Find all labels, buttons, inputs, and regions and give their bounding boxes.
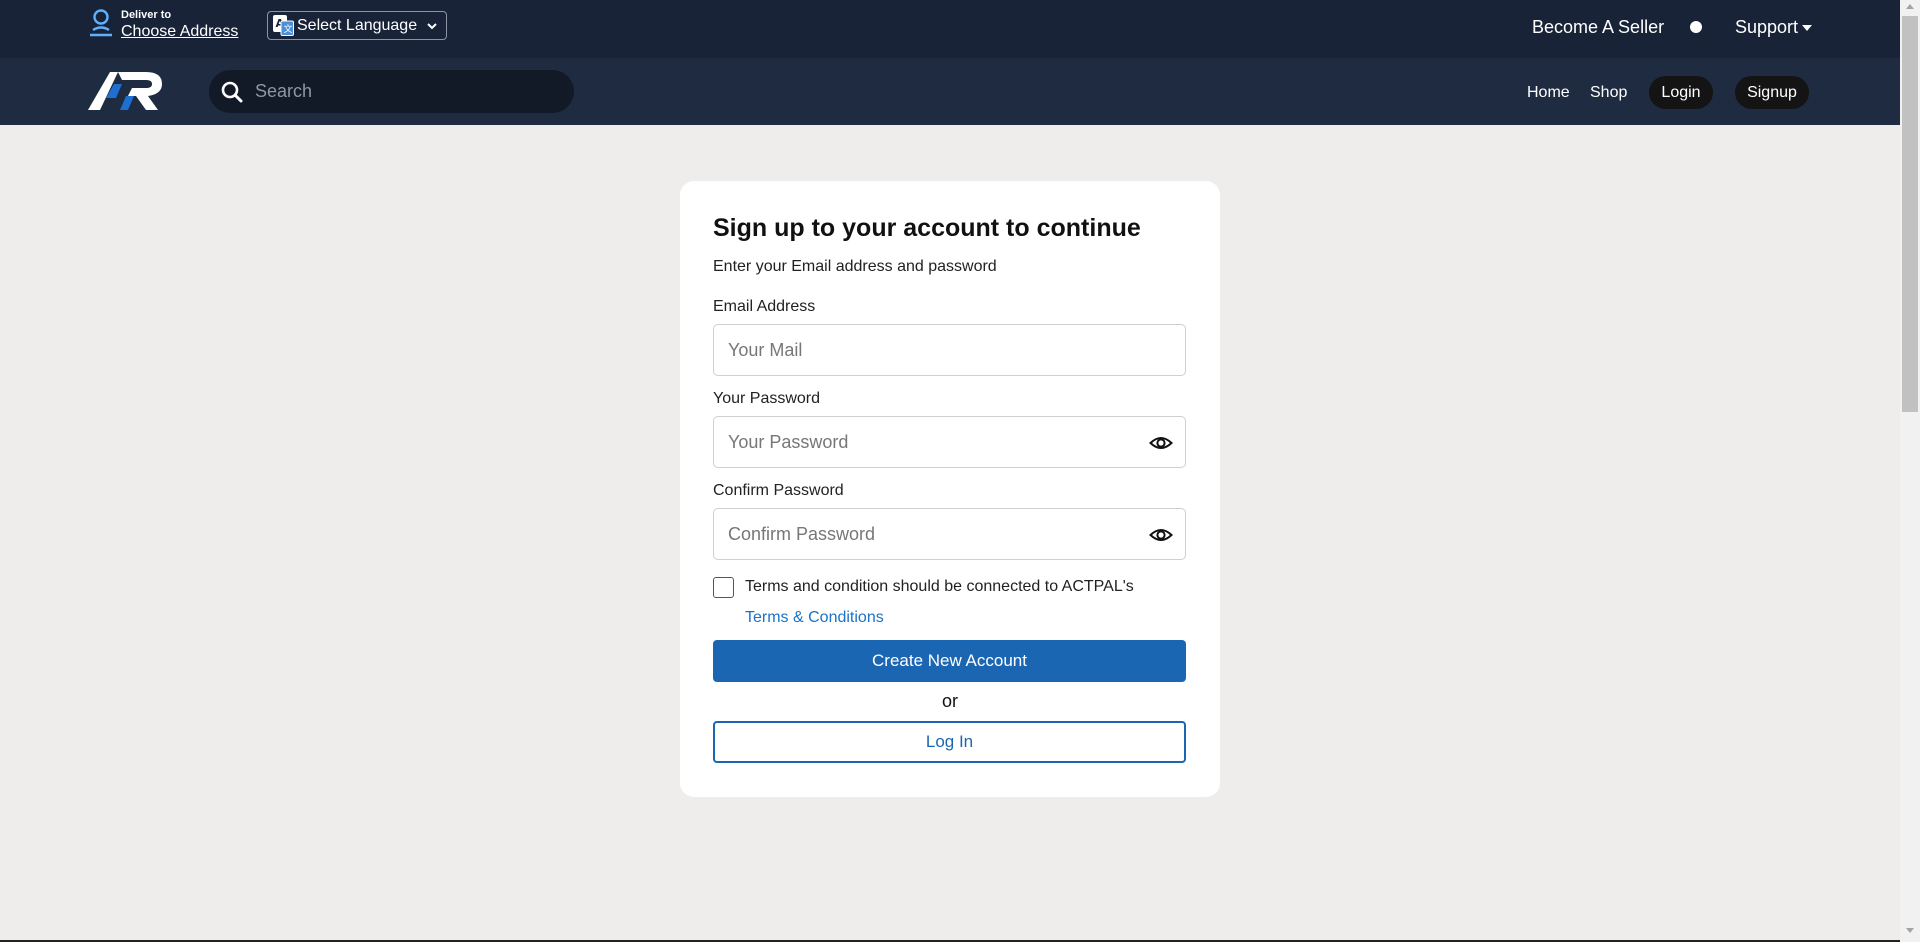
eye-icon[interactable]	[1149, 523, 1173, 547]
scroll-up-arrow-icon[interactable]	[1906, 4, 1914, 9]
eye-icon[interactable]	[1149, 431, 1173, 455]
caret-down-icon	[1802, 24, 1813, 31]
scroll-down-arrow-icon[interactable]	[1906, 928, 1914, 933]
search-icon	[221, 81, 243, 102]
terms-text: Terms and condition should be connected …	[745, 578, 1134, 595]
form-subtitle: Enter your Email address and password	[713, 258, 997, 275]
language-select-label: Select Language	[297, 16, 418, 34]
support-menu[interactable]: Support	[1735, 17, 1813, 38]
confirm-password-field-box[interactable]	[713, 508, 1186, 560]
nav-login-button[interactable]: Login	[1649, 76, 1713, 109]
choose-address-link[interactable]: Choose Address	[121, 24, 238, 40]
password-field-box[interactable]	[713, 416, 1186, 468]
password-label: Your Password	[713, 390, 821, 407]
signup-card: Sign up to your account to continue Ente…	[680, 181, 1220, 797]
language-select[interactable]: A 文 Select Language	[267, 11, 447, 40]
password-field[interactable]	[728, 431, 1128, 453]
nav-signup-button[interactable]: Signup	[1735, 76, 1809, 109]
email-field-box[interactable]	[713, 324, 1186, 376]
theme-toggle-dot[interactable]	[1690, 21, 1702, 33]
form-title: Sign up to your account to continue	[713, 214, 1141, 242]
nav-shop-link[interactable]: Shop	[1590, 84, 1627, 102]
nav-home-link[interactable]: Home	[1527, 84, 1570, 102]
become-seller-link[interactable]: Become A Seller	[1532, 17, 1664, 38]
confirm-password-label: Confirm Password	[713, 482, 844, 499]
terms-checkbox[interactable]	[713, 577, 734, 598]
confirm-password-field[interactable]	[728, 523, 1128, 545]
or-divider-text: or	[941, 691, 958, 711]
terms-conditions-link[interactable]: Terms & Conditions	[745, 609, 884, 627]
svg-text:文: 文	[284, 23, 293, 35]
support-label: Support	[1735, 17, 1799, 37]
brand-logo[interactable]	[88, 70, 164, 112]
create-account-button[interactable]: Create New Account	[713, 640, 1186, 682]
location-pin-icon	[90, 9, 112, 37]
translate-icon: A 文	[273, 15, 294, 36]
email-field[interactable]	[728, 339, 1128, 361]
search-bar[interactable]	[209, 70, 574, 113]
chevron-down-icon	[427, 23, 437, 30]
log-in-button[interactable]: Log In	[713, 721, 1186, 763]
scrollbar-thumb[interactable]	[1902, 16, 1918, 412]
deliver-address-selector[interactable]: Deliver to Choose Address	[89, 8, 238, 40]
deliver-to-label: Deliver to	[121, 9, 172, 21]
email-label: Email Address	[713, 298, 816, 315]
search-input[interactable]	[255, 81, 555, 102]
